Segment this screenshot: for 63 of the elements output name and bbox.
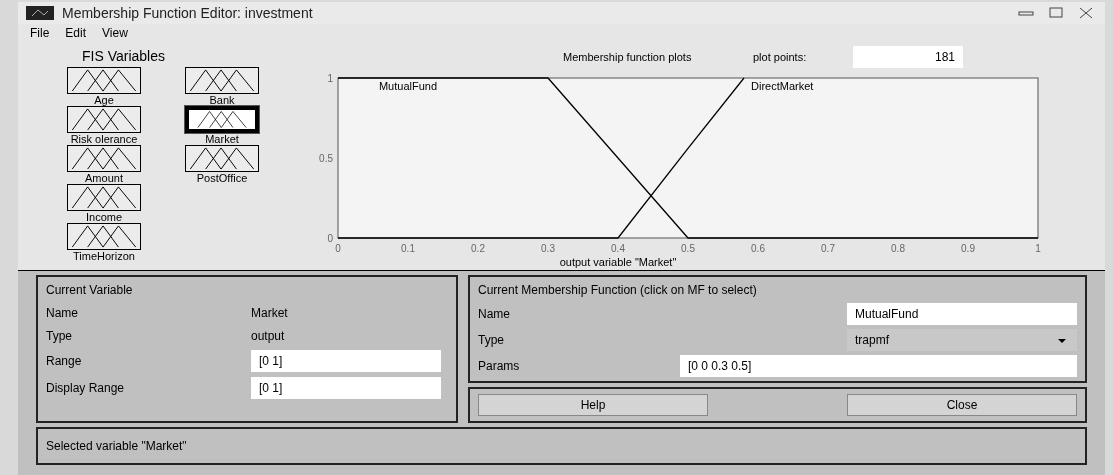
panel-title: Current Variable xyxy=(46,282,134,299)
axis-tick-label: 0.7 xyxy=(821,243,835,254)
variable-button[interactable] xyxy=(185,145,259,172)
variable-label: Amount xyxy=(85,172,123,184)
variable-label: Income xyxy=(85,211,123,223)
axis-tick-label: 0.6 xyxy=(751,243,765,254)
axis-tick-label: 0.5 xyxy=(681,243,695,254)
plot-points-field[interactable]: 181 xyxy=(853,46,963,68)
help-button[interactable]: Help xyxy=(478,394,708,416)
axis-tick-label: 0.8 xyxy=(891,243,905,254)
plot-points-label: plot points: xyxy=(753,49,808,65)
variable-button[interactable] xyxy=(67,145,141,172)
plot-title: Membership function plots xyxy=(563,49,693,65)
axis-tick-label: 0.4 xyxy=(611,243,625,254)
menu-item[interactable]: Edit xyxy=(65,24,87,42)
field-label: Range xyxy=(46,353,83,370)
variable-label: TimeHorizon xyxy=(73,250,135,262)
panel-title: Current Membership Function (click on MF to select) xyxy=(478,282,758,299)
variable-button[interactable] xyxy=(67,67,141,94)
variable-button[interactable] xyxy=(67,223,141,250)
variable-button[interactable] xyxy=(67,184,141,211)
axis-tick-label: 0.1 xyxy=(401,243,415,254)
variable-label: Market xyxy=(205,133,239,145)
membership-curve[interactable] xyxy=(337,77,1039,239)
variable-button[interactable] xyxy=(185,106,259,133)
variable-button[interactable] xyxy=(185,67,259,94)
field-value: Market xyxy=(251,305,288,322)
axis-tick-label: 0.2 xyxy=(471,243,485,254)
menu-item[interactable]: File xyxy=(30,24,50,42)
axis-tick-label: 0 xyxy=(327,233,333,244)
field-label: Name xyxy=(478,306,511,323)
membership-curve[interactable] xyxy=(337,77,745,239)
display-range-field[interactable]: [0 1] xyxy=(251,377,441,399)
range-field[interactable]: [0 1] xyxy=(251,350,441,372)
axis-tick-label: 0 xyxy=(335,243,341,254)
window-title: Membership Function Editor: investment xyxy=(62,3,313,23)
app-logo-icon xyxy=(26,6,54,20)
axis-tick-label: 0.5 xyxy=(319,153,333,164)
axis-tick-label: 0.3 xyxy=(541,243,555,254)
close-button[interactable]: Close xyxy=(847,394,1077,416)
field-label: Type xyxy=(46,328,73,345)
curve-label: MutualFund xyxy=(378,80,438,92)
axis-tick-label: 1 xyxy=(1035,243,1041,254)
mf-params-field[interactable]: [0 0 0.3 0.5] xyxy=(680,355,1077,377)
field-label: Type xyxy=(478,332,505,349)
variable-label: Risk olerance xyxy=(70,133,138,145)
field-label: Params xyxy=(478,358,521,375)
variable-button[interactable] xyxy=(67,106,141,133)
field-value: output xyxy=(251,328,285,345)
menu-item[interactable]: View xyxy=(102,24,128,42)
variable-label: PostOffice xyxy=(196,172,248,184)
variable-label: Bank xyxy=(209,94,235,106)
section-title: FIS Variables xyxy=(82,47,166,66)
axis-title: output variable "Market" xyxy=(559,256,677,268)
variable-label: Age xyxy=(94,94,114,106)
field-label: Name xyxy=(46,305,79,322)
field-label: Display Range xyxy=(46,380,126,397)
mf-name-field[interactable]: MutualFund xyxy=(847,303,1077,325)
status-bar: Selected variable "Market" xyxy=(36,427,1087,465)
axis-tick-label: 0.9 xyxy=(961,243,975,254)
mf-type-dropdown[interactable]: trapmf xyxy=(847,329,1077,351)
axis-tick-label: 1 xyxy=(327,73,333,84)
curve-label: DirectMarket xyxy=(751,80,814,92)
